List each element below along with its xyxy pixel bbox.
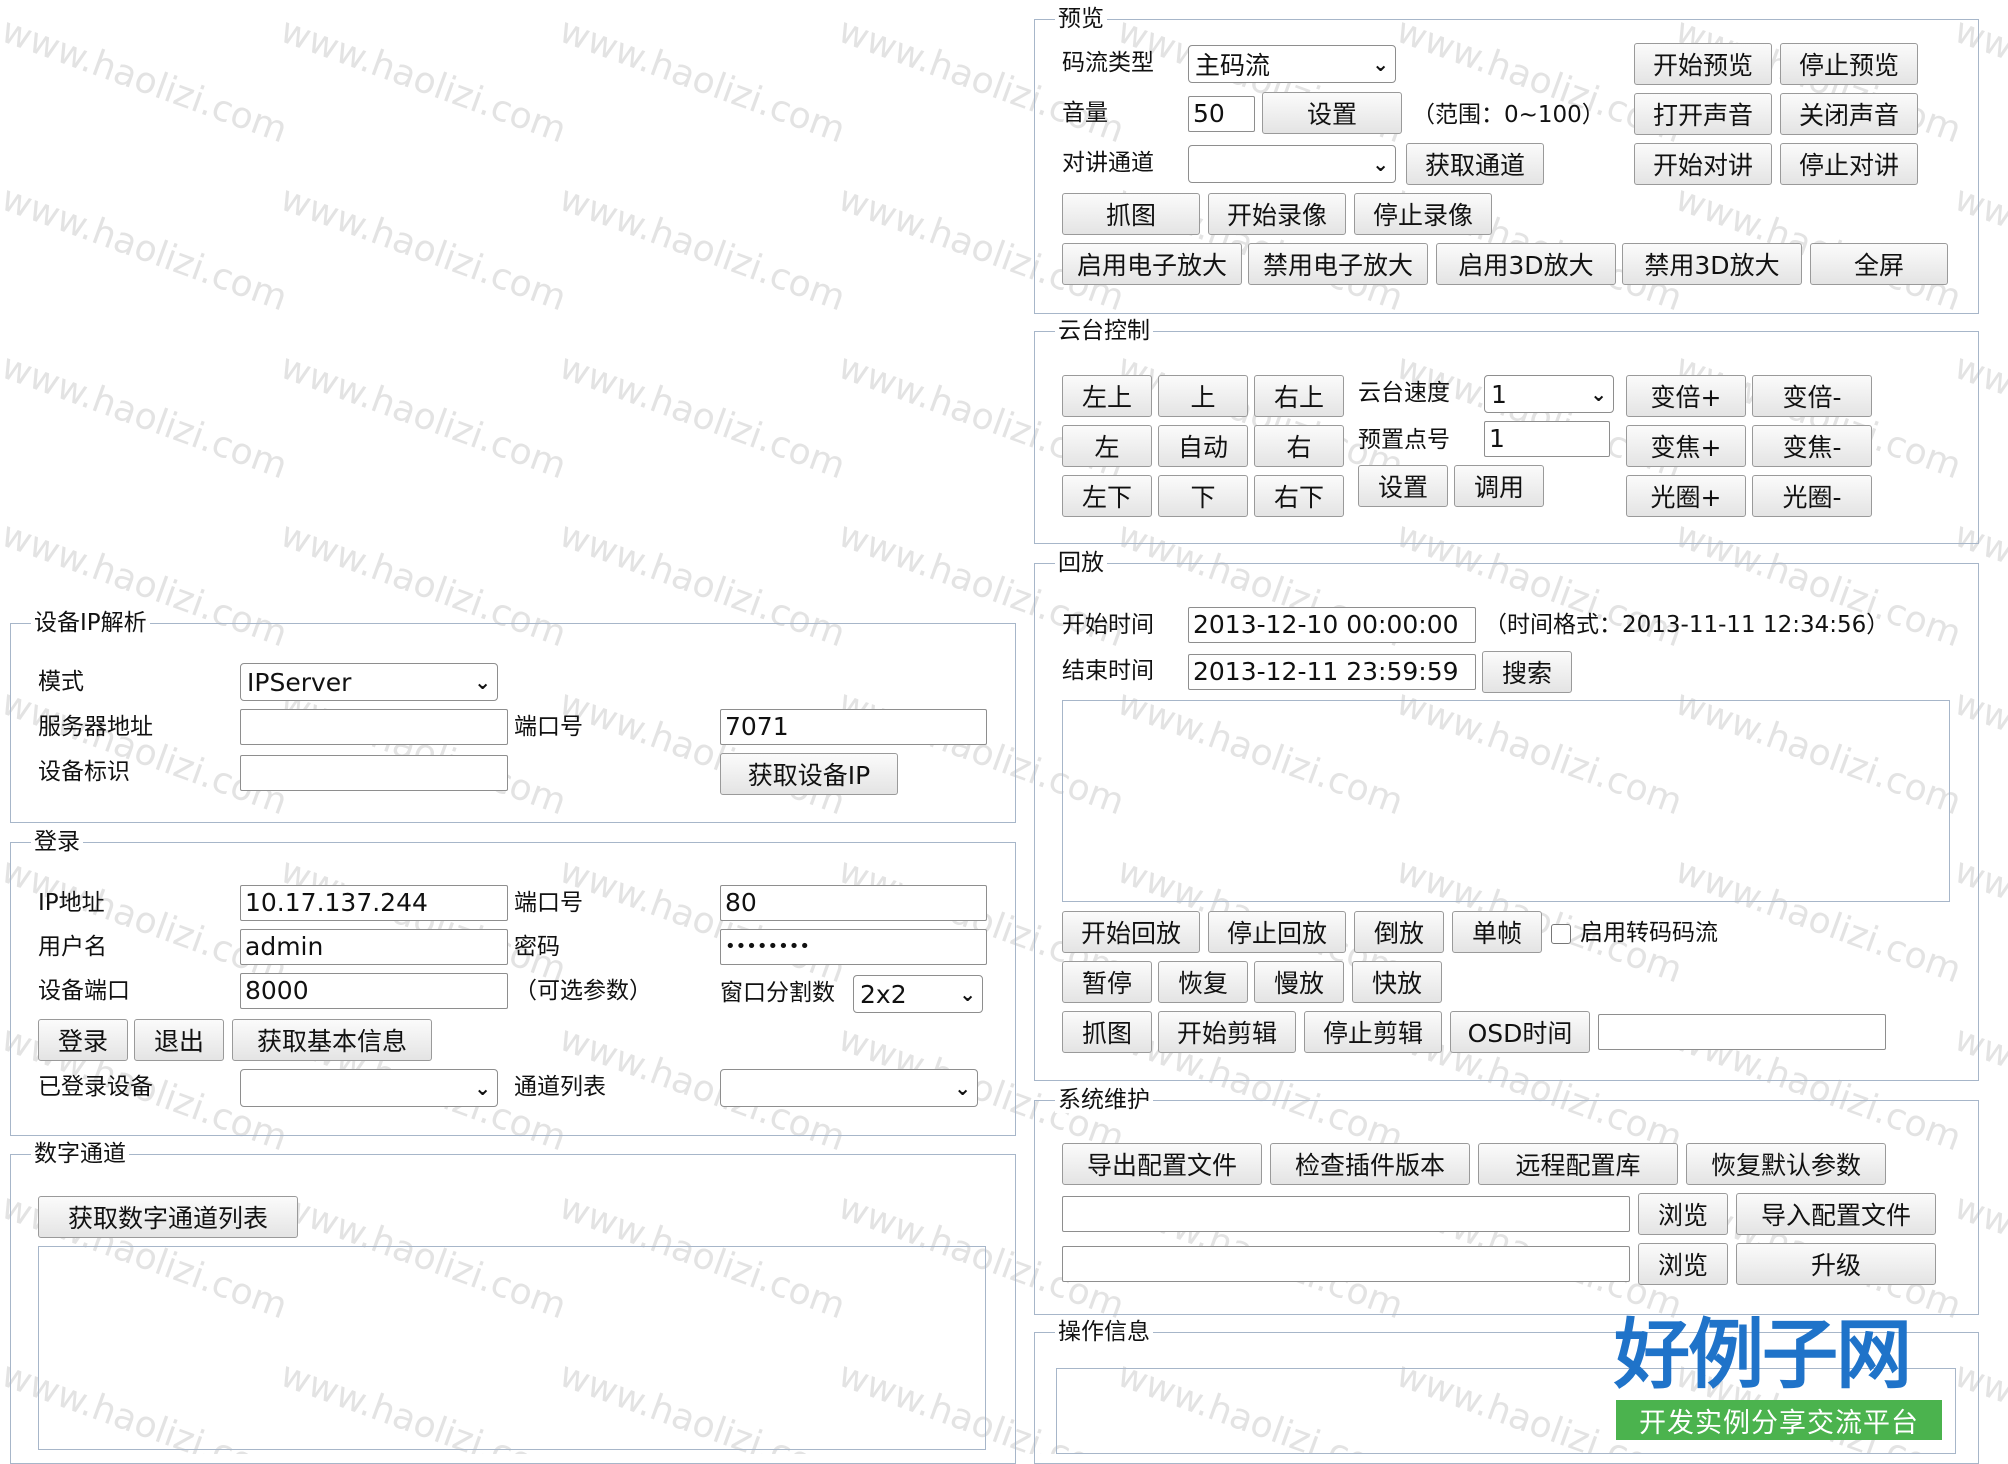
preview-panel: 预览: [1034, 6, 1979, 314]
watermark-text: www.haolizi.com: [553, 178, 851, 320]
playback-panel: 回放: [1034, 550, 1979, 1081]
watermark-text: www.haolizi.com: [0, 10, 293, 152]
ptz-panel: 云台控制: [1034, 318, 1979, 544]
watermark-text: www.haolizi.com: [274, 346, 572, 488]
ptz-legend: 云台控制: [1055, 318, 1153, 344]
login-legend: 登录: [31, 829, 83, 855]
watermark-text: www.haolizi.com: [274, 178, 572, 320]
digital-channel-legend: 数字通道: [31, 1141, 129, 1167]
logo-sub-text: 开发实例分享交流平台: [1616, 1400, 1942, 1440]
maintenance-legend: 系统维护: [1055, 1087, 1153, 1113]
watermark-text: www.haolizi.com: [0, 178, 293, 320]
ip-parse-legend: 设备IP解析: [31, 610, 150, 636]
login-panel: 登录: [10, 829, 1016, 1136]
playback-legend: 回放: [1055, 550, 1107, 576]
watermark-text: www.haolizi.com: [274, 10, 572, 152]
watermark-text: www.haolizi.com: [0, 346, 293, 488]
ip-parse-panel: 设备IP解析: [10, 610, 1016, 823]
digital-channel-panel: 数字通道: [10, 1141, 1016, 1464]
logo-main-text: 好例子网: [1614, 1310, 1912, 1399]
watermark-text: www.haolizi.com: [553, 346, 851, 488]
watermark-text: www.haolizi.com: [553, 10, 851, 152]
site-logo: 好例子网 开发实例分享交流平台: [1614, 1312, 1944, 1444]
maintenance-panel: 系统维护: [1034, 1087, 1979, 1315]
operation-info-legend: 操作信息: [1055, 1319, 1153, 1345]
preview-legend: 预览: [1055, 6, 1107, 32]
